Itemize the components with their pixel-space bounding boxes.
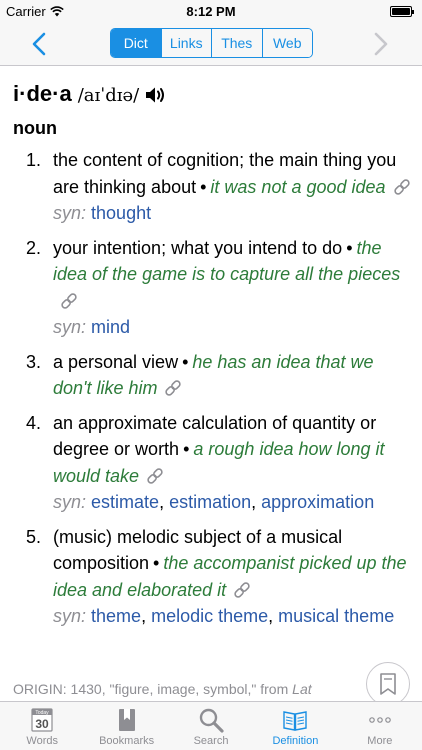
synonym-link[interactable]: mind	[91, 317, 130, 337]
sense-number: 4.	[26, 412, 42, 433]
sense-example: it was not a good idea	[210, 176, 386, 197]
synonym-link[interactable]: thought	[91, 203, 151, 223]
tab-bar: Today 30 Words Bookmarks Search Definiti…	[0, 701, 422, 750]
tab-words[interactable]: Today 30 Words	[0, 702, 84, 750]
definition-content[interactable]: i·de·a /aɪˈdɪə/ noun 1. the content of co…	[0, 67, 422, 703]
bookmark-add-icon	[380, 673, 396, 695]
link-icon[interactable]	[163, 378, 183, 396]
link-icon[interactable]	[145, 466, 165, 484]
example-bullet: •	[183, 439, 190, 459]
add-bookmark-button[interactable]	[366, 662, 410, 703]
tab-bookmarks[interactable]: Bookmarks	[84, 702, 168, 750]
status-time: 8:12 PM	[186, 4, 236, 19]
syn-label: syn:	[53, 317, 87, 337]
calendar-header: Today	[36, 710, 50, 716]
sense-list: 1. the content of cognition; the main thi…	[0, 147, 422, 638]
example-bullet: •	[200, 176, 207, 197]
headword: i·de·a	[13, 81, 72, 106]
tab-definition-label: Definition	[272, 735, 319, 747]
tab-bookmarks-label: Bookmarks	[99, 735, 155, 747]
calendar-today-icon: Today 30	[31, 708, 53, 732]
sense-number: 1.	[26, 150, 42, 170]
origin-prefix: ORIGIN: 1430, "figure, image, symbol," f…	[13, 681, 293, 697]
headword-row: i·de·a /aɪˈdɪə/	[13, 81, 167, 109]
syn-separator: ,	[159, 492, 170, 512]
example-bullet: •	[153, 553, 160, 573]
segment-thes[interactable]: Thes	[211, 29, 262, 57]
sense-item: 3. a personal view • he has an idea that we…	[0, 349, 422, 402]
synonym-link[interactable]: musical theme	[278, 606, 394, 626]
synonym-link[interactable]: melodic theme	[151, 606, 268, 626]
calendar-day: 30	[36, 717, 50, 731]
part-of-speech: noun	[13, 118, 57, 138]
link-icon[interactable]	[232, 580, 252, 598]
synonym-link[interactable]: estimation	[169, 492, 251, 512]
syn-separator: ,	[251, 492, 262, 512]
origin-text: ORIGIN: 1430, "figure, image, symbol," f…	[13, 681, 413, 697]
tab-more-label: More	[367, 735, 393, 747]
battery-fill	[392, 8, 410, 15]
segment-links[interactable]: Links	[160, 29, 211, 57]
sense-number: 3.	[26, 351, 42, 372]
bookmark-icon	[118, 709, 135, 731]
link-icon[interactable]	[59, 291, 79, 309]
search-icon	[199, 708, 224, 733]
tab-words-label: Words	[26, 735, 58, 747]
tab-search[interactable]: Search	[169, 702, 253, 750]
sense-item: 2. your intention; what you intend to do •…	[0, 235, 422, 341]
syn-label: syn:	[53, 606, 87, 626]
synonym-link[interactable]: estimate	[91, 492, 159, 512]
syn-separator: ,	[141, 606, 152, 626]
tab-more[interactable]: More	[338, 702, 422, 750]
sense-definition: your intention; what you intend to do	[53, 237, 343, 258]
more-dots-icon	[369, 717, 391, 723]
synonym-link[interactable]: theme	[91, 606, 141, 626]
sense-definition: a personal view	[53, 351, 179, 372]
tab-definition[interactable]: Definition	[253, 702, 337, 750]
battery-icon	[390, 6, 414, 17]
origin-lat: Lat	[292, 681, 312, 697]
open-book-icon	[283, 711, 308, 731]
link-icon[interactable]	[392, 177, 412, 195]
sense-item: 1. the content of cognition; the main thi…	[0, 147, 422, 227]
example-bullet: •	[182, 351, 189, 372]
status-bar: Carrier 8:12 PM	[0, 0, 422, 22]
chevron-left-icon[interactable]	[30, 32, 50, 56]
example-bullet: •	[346, 237, 353, 258]
speaker-icon[interactable]	[145, 85, 167, 105]
chevron-right-icon[interactable]	[370, 32, 390, 56]
sense-number: 5.	[26, 526, 42, 547]
segment-web[interactable]: Web	[261, 29, 312, 57]
sense-item: 4. an approximate calculation of quantity…	[0, 410, 422, 516]
source-segmented-control: Dict Links Thes Web	[110, 28, 313, 58]
syn-label: syn:	[53, 492, 87, 512]
synonym-link[interactable]: approximation	[261, 492, 374, 512]
sense-item: 5. (music) melodic subject of a musical c…	[0, 524, 422, 630]
tab-search-label: Search	[193, 735, 229, 747]
sense-number: 2.	[26, 237, 42, 258]
pronunciation: /aɪˈdɪə/	[77, 85, 140, 106]
nav-bar: Dict Links Thes Web	[0, 22, 422, 66]
segment-dict[interactable]: Dict	[111, 29, 161, 57]
screen: Carrier 8:12 PM Dict Links Thes Web i·de…	[0, 0, 422, 750]
syn-separator: ,	[268, 606, 279, 626]
syn-label: syn:	[53, 203, 87, 223]
